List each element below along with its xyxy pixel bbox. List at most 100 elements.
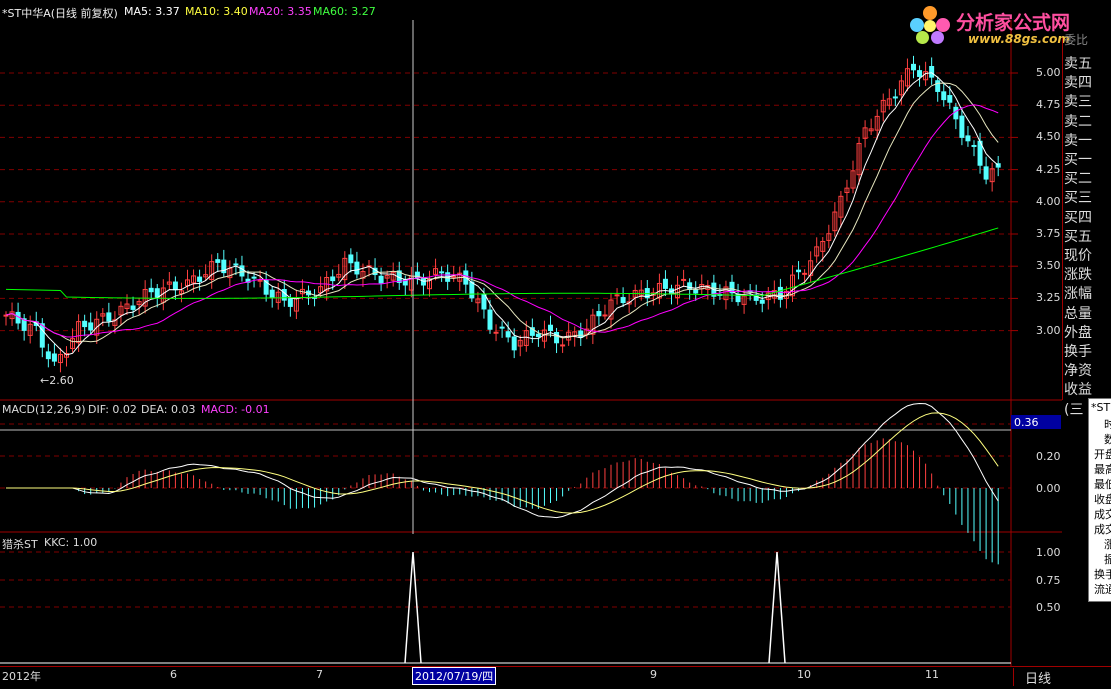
price-tick-3: 4.25 [1036, 162, 1061, 176]
kkc-axis-075: 0.75 [1036, 574, 1061, 587]
candle-body [269, 289, 275, 298]
candle-body [287, 298, 293, 307]
candle-body [148, 287, 154, 293]
macd-axis-max: 0.36 [1014, 416, 1039, 429]
quote-label-5: 买一 [1064, 152, 1092, 168]
popup-row-7: 成交 [1094, 523, 1111, 536]
macd-value: MACD: -0.01 [201, 403, 270, 416]
popup-row-0: 时 [1104, 416, 1111, 432]
candle-body [39, 323, 45, 348]
quote-label-3: 卖二 [1064, 113, 1092, 130]
price-tick-5: 3.75 [1036, 227, 1061, 240]
price-tick-1: 4.75 [1036, 98, 1061, 112]
candle-body [330, 276, 336, 282]
candle-body [681, 278, 687, 281]
candle-body [941, 91, 947, 101]
candle-body [662, 278, 668, 289]
price-tick-2: 4.50 [1036, 130, 1061, 144]
candle-body [614, 294, 620, 297]
candle-body [439, 271, 445, 274]
candle-body [493, 331, 499, 334]
date-label-11: 11 [925, 668, 939, 681]
candle-body [917, 70, 923, 77]
candle-body [233, 263, 239, 266]
candle-body [499, 326, 505, 329]
popup-row-4: 最低 [1094, 478, 1111, 491]
candle-body [693, 289, 699, 294]
popup-row-8: 涨 [1104, 536, 1111, 552]
candle-body [929, 66, 935, 78]
quote-label-15: 换手 [1064, 344, 1092, 360]
macd-title: MACD(12,26,9) [2, 403, 86, 416]
ma10-label: MA10: 3.40 [185, 5, 248, 18]
candle-body [281, 289, 287, 301]
quote-label-1: 卖四 [1064, 75, 1092, 92]
candle-body [620, 297, 626, 304]
candle-body [971, 144, 977, 147]
candle-body [759, 299, 765, 304]
popup-row-11: 流通 [1094, 583, 1111, 596]
candle-body [947, 95, 953, 103]
popup-row-3: 最高 [1094, 463, 1111, 476]
date-label-7: 7 [316, 668, 323, 681]
macd-axis-000: 0.00 [1036, 482, 1061, 495]
candle-body [88, 322, 94, 331]
ma20-line [5, 104, 999, 338]
quote-label-14: 外盘 [1064, 324, 1092, 341]
date-label-9: 9 [650, 668, 657, 681]
flower-icon [910, 6, 950, 46]
popup-row-2: 开盘 [1094, 448, 1111, 461]
popup-row-1: 数 [1104, 431, 1111, 447]
candle-body [257, 279, 263, 282]
chart-canvas[interactable] [0, 0, 1111, 688]
quote-label-11: 涨跌 [1064, 267, 1092, 284]
quote-label-9: 买五 [1064, 228, 1092, 245]
quote-label-10: 现价 [1064, 248, 1092, 264]
popup-row-10: 换手 [1094, 568, 1111, 581]
low-price-marker: ←2.60 [40, 374, 74, 387]
candle-body [687, 282, 693, 290]
candle-body [983, 166, 989, 180]
candle-body [172, 281, 178, 291]
price-tick-8: 3.00 [1036, 323, 1061, 337]
candle-body [45, 351, 51, 360]
candle-body [130, 305, 136, 310]
kkc-title: 猎杀ST [2, 538, 38, 551]
quote-label-0: 卖五 [1064, 56, 1092, 72]
macd-axis-020: 0.20 [1036, 450, 1061, 463]
candle-body [548, 324, 553, 332]
quote-label-2: 卖三 [1064, 94, 1092, 111]
date-label-6: 6 [170, 668, 177, 681]
quote-label-8: 买四 [1064, 209, 1092, 226]
price-tick-7: 3.25 [1036, 291, 1061, 305]
date-axis [0, 666, 1111, 689]
candle-body [965, 135, 971, 142]
kkc-value: KKC: 1.00 [44, 536, 98, 549]
candle-body [935, 80, 941, 92]
candle-body [3, 314, 9, 317]
candle-body [197, 276, 203, 282]
price-tick-6: 3.50 [1036, 259, 1061, 273]
candle-body [560, 344, 566, 347]
quote-label-4: 卖一 [1064, 132, 1092, 149]
candle-body [469, 281, 475, 299]
quote-label-12: 涨幅 [1064, 286, 1092, 303]
ma5-label: MA5: 3.37 [124, 5, 180, 18]
candle-body [892, 96, 898, 99]
date-label-10: 10 [797, 668, 811, 681]
candle-body [487, 309, 493, 330]
macd-dif: DIF: 0.02 [88, 403, 137, 416]
candle-body [251, 276, 257, 279]
ma5-line [5, 72, 999, 356]
candle-body [511, 336, 517, 351]
weibi-label: 委比 [1064, 33, 1089, 47]
period-button[interactable]: 日线 [1013, 668, 1062, 687]
candle-body [602, 314, 608, 317]
candle-body [578, 330, 584, 338]
candle-body [481, 294, 487, 310]
candle-body [215, 259, 221, 263]
popup-title: *ST [1091, 401, 1111, 414]
popup-row-6: 成交 [1094, 508, 1111, 521]
ma60-line [5, 227, 999, 299]
price-tick-0: 5.00 [1036, 66, 1061, 79]
